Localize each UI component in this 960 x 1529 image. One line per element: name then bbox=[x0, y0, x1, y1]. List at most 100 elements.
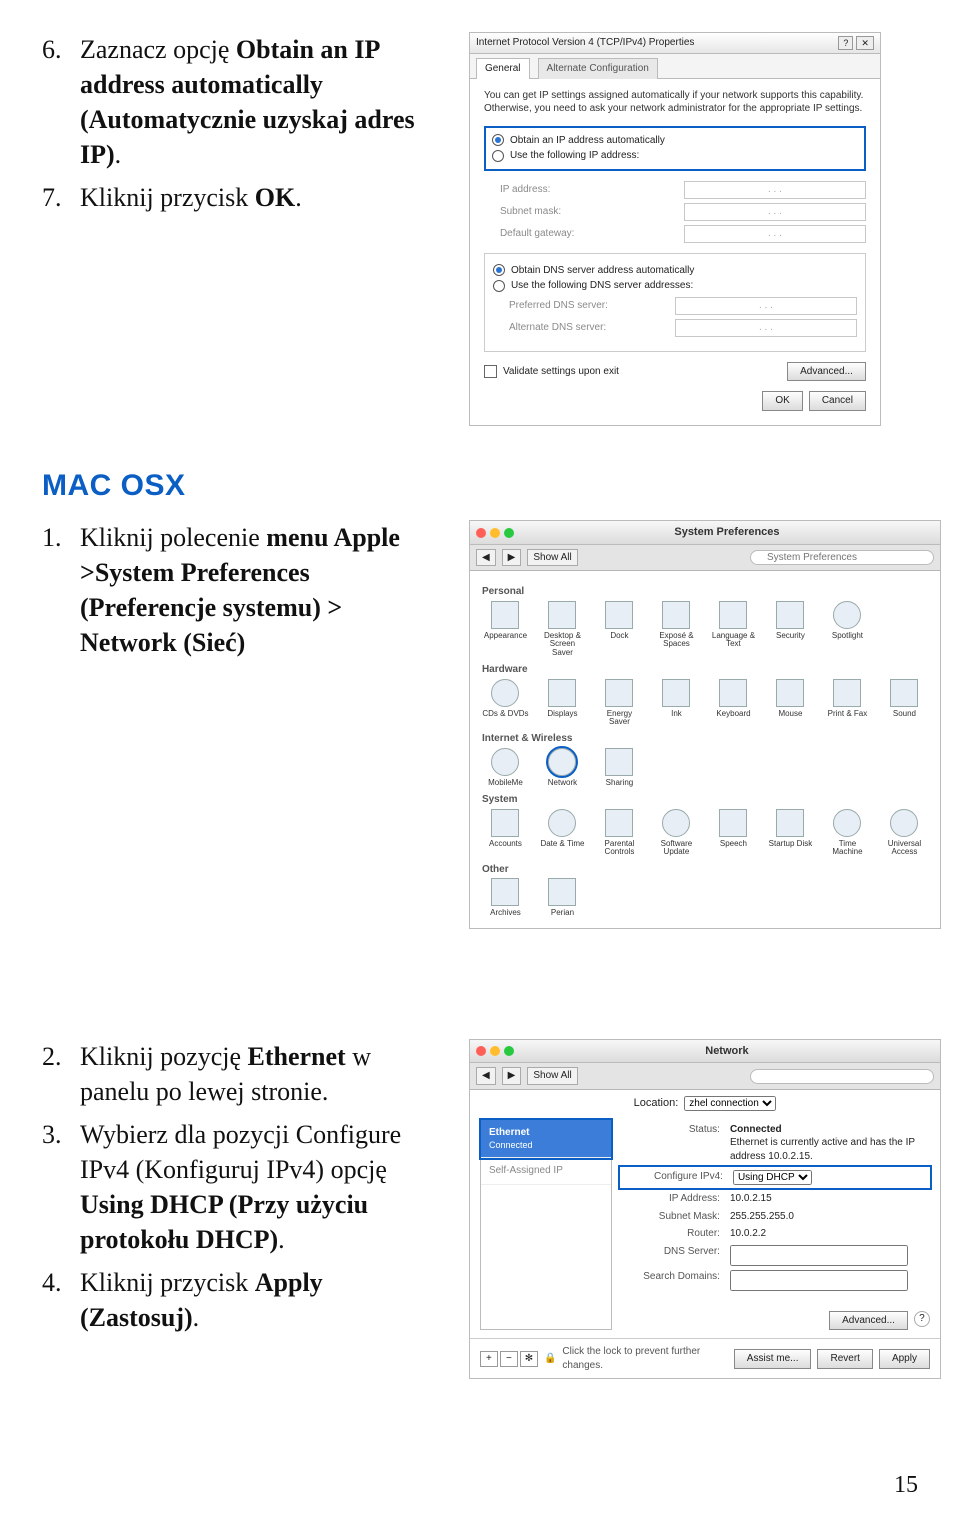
desktop-icon bbox=[548, 601, 576, 629]
cancel-button[interactable]: Cancel bbox=[809, 391, 866, 411]
label-preferred-dns: Preferred DNS server: bbox=[509, 299, 608, 313]
pref-mobileme[interactable]: MobileMe bbox=[482, 748, 529, 787]
checkbox-validate-settings[interactable] bbox=[484, 365, 497, 378]
cds-icon bbox=[491, 679, 519, 707]
pref-displays[interactable]: Displays bbox=[539, 679, 586, 727]
pref-ink[interactable]: Ink bbox=[653, 679, 700, 727]
radio-use-following-ip[interactable]: Use the following IP address: bbox=[492, 149, 858, 163]
traffic-light-zoom-icon[interactable] bbox=[504, 528, 514, 538]
traffic-light-minimize-icon[interactable] bbox=[490, 1046, 500, 1056]
sidebar-item-selfip[interactable]: Self-Assigned IP bbox=[481, 1158, 611, 1185]
pref-universal[interactable]: Universal Access bbox=[881, 809, 928, 857]
pref-datetime[interactable]: Date & Time bbox=[539, 809, 586, 857]
pref-dock[interactable]: Dock bbox=[596, 601, 643, 657]
traffic-light-close-icon[interactable] bbox=[476, 528, 486, 538]
forward-button[interactable]: ▶ bbox=[502, 1067, 522, 1085]
step-mac-2-text: Kliknij pozycję Ethernet w panelu po lew… bbox=[80, 1039, 445, 1109]
pref-sound[interactable]: Sound bbox=[881, 679, 928, 727]
sidebar-item-ethernet[interactable]: Ethernet Connected bbox=[481, 1120, 611, 1159]
search-domains-input[interactable] bbox=[730, 1270, 908, 1291]
printfax-icon bbox=[833, 679, 861, 707]
revert-button[interactable]: Revert bbox=[817, 1349, 872, 1369]
tab-alternate-config[interactable]: Alternate Configuration bbox=[538, 58, 658, 79]
section-system: System bbox=[482, 793, 928, 807]
pref-timemachine[interactable]: Time Machine bbox=[824, 809, 871, 857]
step-mac-3-text: Wybierz dla pozycji Configure IPv4 (Konf… bbox=[80, 1117, 445, 1257]
back-button[interactable]: ◀ bbox=[476, 549, 496, 567]
pref-expose[interactable]: Exposé & Spaces bbox=[653, 601, 700, 657]
radio-use-following-dns[interactable]: Use the following DNS server addresses: bbox=[493, 279, 857, 293]
pref-swupdate[interactable]: Software Update bbox=[653, 809, 700, 857]
pref-cds[interactable]: CDs & DVDs bbox=[482, 679, 529, 727]
remove-interface-button[interactable]: − bbox=[500, 1351, 518, 1367]
step-mac-3-number: 3. bbox=[42, 1117, 70, 1257]
accounts-icon bbox=[491, 809, 519, 837]
ip-address-input[interactable]: . . . bbox=[684, 181, 866, 199]
preferred-dns-input[interactable]: . . . bbox=[675, 297, 857, 315]
pref-language[interactable]: Language & Text bbox=[710, 601, 757, 657]
pref-desktop[interactable]: Desktop & Screen Saver bbox=[539, 601, 586, 657]
advanced-button[interactable]: Advanced... bbox=[787, 362, 866, 382]
pref-energy[interactable]: Energy Saver bbox=[596, 679, 643, 727]
traffic-light-minimize-icon[interactable] bbox=[490, 528, 500, 538]
pref-startup[interactable]: Startup Disk bbox=[767, 809, 814, 857]
mobileme-icon bbox=[491, 748, 519, 776]
system-preferences-window: System Preferences ◀ ▶ Show All Personal… bbox=[469, 520, 941, 928]
close-button[interactable]: ✕ bbox=[856, 36, 874, 50]
pref-appearance[interactable]: Appearance bbox=[482, 601, 529, 657]
energy-icon bbox=[605, 679, 633, 707]
show-all-button[interactable]: Show All bbox=[527, 549, 577, 567]
step-mac-1-text: Kliknij polecenie menu Apple >System Pre… bbox=[80, 520, 445, 660]
radio-icon bbox=[493, 264, 505, 276]
traffic-light-zoom-icon[interactable] bbox=[504, 1046, 514, 1056]
tab-general[interactable]: General bbox=[476, 58, 530, 79]
pref-perian[interactable]: Perian bbox=[539, 878, 586, 917]
pref-parental[interactable]: Parental Controls bbox=[596, 809, 643, 857]
alternate-dns-input[interactable]: . . . bbox=[675, 319, 857, 337]
traffic-light-close-icon[interactable] bbox=[476, 1046, 486, 1056]
search-input[interactable] bbox=[750, 550, 934, 565]
pref-network[interactable]: Network bbox=[539, 748, 586, 787]
dns-server-input[interactable] bbox=[730, 1245, 908, 1266]
radio-icon bbox=[493, 280, 505, 292]
ok-button[interactable]: OK bbox=[762, 391, 802, 411]
label-subnet-mask: Subnet Mask: bbox=[620, 1210, 720, 1224]
assist-me-button[interactable]: Assist me... bbox=[734, 1349, 812, 1369]
gear-button[interactable]: ✻ bbox=[520, 1351, 538, 1367]
forward-button[interactable]: ▶ bbox=[502, 549, 522, 567]
search-input[interactable] bbox=[750, 1069, 934, 1084]
lock-icon[interactable]: 🔒 bbox=[544, 1352, 556, 1366]
apply-button[interactable]: Apply bbox=[879, 1349, 930, 1369]
pref-spotlight[interactable]: Spotlight bbox=[824, 601, 871, 657]
pref-accounts[interactable]: Accounts bbox=[482, 809, 529, 857]
pref-printfax[interactable]: Print & Fax bbox=[824, 679, 871, 727]
configure-ipv4-select[interactable]: Using DHCP bbox=[733, 1170, 812, 1185]
section-internet: Internet & Wireless bbox=[482, 732, 928, 746]
step-7-text: Kliknij przycisk OK. bbox=[80, 180, 302, 215]
perian-icon bbox=[548, 878, 576, 906]
ink-icon bbox=[662, 679, 690, 707]
section-hardware: Hardware bbox=[482, 663, 928, 677]
pref-speech[interactable]: Speech bbox=[710, 809, 757, 857]
sharing-icon bbox=[605, 748, 633, 776]
advanced-button[interactable]: Advanced... bbox=[829, 1311, 908, 1331]
pref-keyboard[interactable]: Keyboard bbox=[710, 679, 757, 727]
default-gateway-input[interactable]: . . . bbox=[684, 225, 866, 243]
pref-sharing[interactable]: Sharing bbox=[596, 748, 643, 787]
radio-obtain-dns-auto[interactable]: Obtain DNS server address automatically bbox=[493, 264, 857, 278]
label-configure-ipv4: Configure IPv4: bbox=[623, 1170, 723, 1184]
subnet-mask-input[interactable]: . . . bbox=[684, 203, 866, 221]
radio-obtain-ip-auto[interactable]: Obtain an IP address automatically bbox=[492, 134, 858, 148]
help-button[interactable]: ? bbox=[838, 36, 853, 50]
pref-archives[interactable]: Archives bbox=[482, 878, 529, 917]
location-select[interactable]: zhel connection bbox=[684, 1096, 776, 1111]
pref-security[interactable]: Security bbox=[767, 601, 814, 657]
pref-mouse[interactable]: Mouse bbox=[767, 679, 814, 727]
back-button[interactable]: ◀ bbox=[476, 1067, 496, 1085]
ip-assignment-group: Obtain an IP address automatically Use t… bbox=[484, 126, 866, 171]
step-7-number: 7. bbox=[42, 180, 70, 215]
help-icon[interactable]: ? bbox=[914, 1311, 930, 1327]
add-interface-button[interactable]: + bbox=[480, 1351, 498, 1367]
show-all-button[interactable]: Show All bbox=[527, 1067, 577, 1085]
label-alternate-dns: Alternate DNS server: bbox=[509, 321, 606, 335]
